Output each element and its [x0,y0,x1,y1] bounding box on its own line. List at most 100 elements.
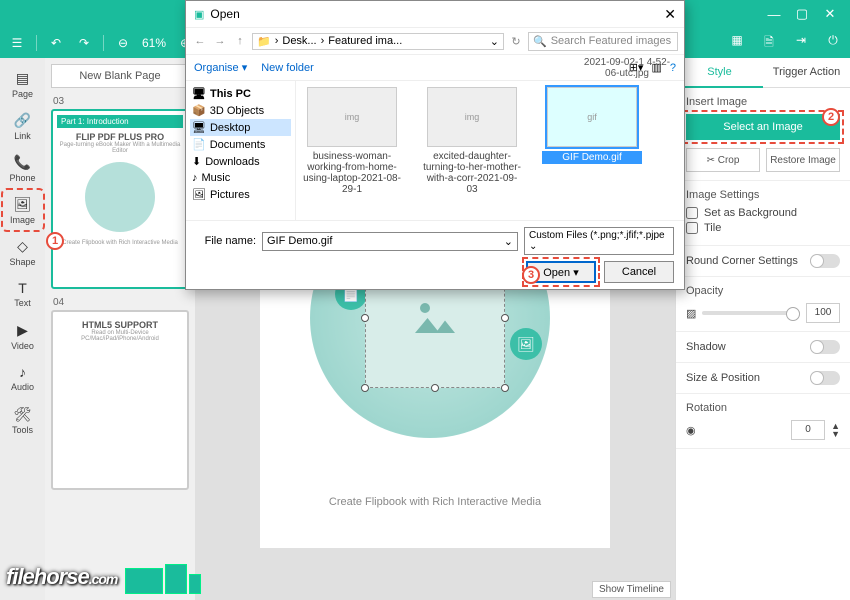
thumb-bar: Part 1: Introduction [57,115,183,128]
resize-handle[interactable] [501,314,509,322]
new-blank-page-button[interactable]: New Blank Page [51,64,189,88]
tool-shape[interactable]: ◇Shape [3,232,43,272]
cancel-button[interactable]: Cancel [604,261,674,283]
dialog-footer: File name: GIF Demo.gif ⌄ Custom Files (… [186,220,684,289]
rotation-stepper[interactable]: ▲▼ [831,422,840,438]
dialog-app-icon: ▣ [194,8,204,21]
tree-downloads[interactable]: ⬇Downloads [190,153,291,170]
rotation-label: Rotation [686,402,840,414]
dialog-close-icon[interactable]: ✕ [664,6,676,23]
tree-desktop[interactable]: 🖥Desktop [190,119,291,136]
window-close[interactable]: ✕ [816,3,844,25]
nav-forward-icon[interactable]: → [212,35,228,47]
tool-page[interactable]: ▤Page [3,64,43,104]
dialog-title: Open [210,7,658,21]
nav-up-icon[interactable]: ↑ [232,35,248,47]
thumb-foot: Create Flipbook with Rich Interactive Me… [57,240,183,246]
file-name: GIF Demo.gif [542,151,642,164]
export-icon[interactable]: ⇥ [792,33,810,54]
tab-style[interactable]: Style [676,58,763,88]
zoom-level: 61% [142,36,166,50]
menu-icon[interactable]: ☰ [8,36,26,50]
rotation-dial-icon[interactable]: ◉ [686,424,696,437]
thumb-graphic [85,162,155,232]
restore-image-button[interactable]: Restore Image [766,148,840,172]
show-timeline-button[interactable]: Show Timeline [592,581,671,598]
crop-button[interactable]: ✂ Crop [686,148,760,172]
size-position-label: Size & Position [686,372,760,384]
tile-label: Tile [704,222,721,234]
round-corner-label: Round Corner Settings [686,255,798,267]
swap-icon[interactable]: 🖼 [510,328,542,360]
image-settings-label: Image Settings [686,189,840,201]
opacity-slider[interactable] [702,311,800,315]
save-icon[interactable]: 🗎 [760,33,778,54]
watermark: filehorse.com [6,564,117,590]
tree-documents[interactable]: 📄Documents [190,136,291,153]
qr-icon[interactable]: ▦ [728,33,746,54]
opacity-value[interactable]: 100 [806,303,840,323]
tool-audio[interactable]: ♪Audio [3,358,43,398]
tool-phone[interactable]: 📞Phone [3,148,43,188]
file-thumbnail: img [307,87,397,147]
page-thumbnail-04[interactable]: HTML5 SUPPORT Read on Multi-Device PC/Ma… [51,310,189,490]
file-item[interactable]: img business-woman-working-from-home-usi… [302,87,402,195]
page-number: 04 [53,297,189,308]
zoom-out-icon[interactable]: ⊖ [114,36,132,50]
rotation-value[interactable]: 0 [791,420,825,440]
redo-icon[interactable]: ↷ [75,36,93,50]
crumb-segment[interactable]: Featured ima... [328,35,402,47]
tree-this-pc[interactable]: 🖥This PC [190,85,291,102]
thumb-title: FLIP PDF PLUS PRO [57,132,183,142]
tab-trigger-action[interactable]: Trigger Action [763,58,850,88]
filetype-select[interactable]: Custom Files (*.png;*.jfif;*.pjpe ⌄ [524,227,674,255]
opacity-label: Opacity [686,285,840,297]
breadcrumb[interactable]: 📁 › Desk... › Featured ima... ⌄ [252,33,504,50]
file-thumbnail: gif [547,87,637,147]
resize-handle[interactable] [361,384,369,392]
dialog-titlebar: ▣ Open ✕ [186,1,684,27]
shadow-toggle[interactable] [810,340,840,354]
search-icon: 🔍 [533,35,547,48]
file-thumbnail: img [427,87,517,147]
page-thumbnail-03[interactable]: Part 1: Introduction FLIP PDF PLUS PRO P… [51,109,189,289]
window-maximize[interactable]: ▢ [788,3,816,25]
round-corner-toggle[interactable] [810,254,840,268]
annotation-1: 1 [46,232,64,250]
tool-text[interactable]: TText [3,274,43,314]
dialog-path-bar: ← → ↑ 📁 › Desk... › Featured ima... ⌄ ↻ … [186,27,684,55]
filename-input[interactable]: GIF Demo.gif ⌄ [262,232,518,251]
annotation-3: 3 [522,266,540,284]
file-open-dialog: ▣ Open ✕ ← → ↑ 📁 › Desk... › Featured im… [185,0,685,290]
size-position-toggle[interactable] [810,371,840,385]
set-as-background-checkbox[interactable] [686,207,698,219]
tree-music[interactable]: ♪Music [190,170,291,186]
nav-back-icon[interactable]: ← [192,35,208,47]
file-item-selected[interactable]: gif GIF Demo.gif [542,87,642,164]
tool-video[interactable]: ▶Video [3,316,43,356]
thumb-sub: Page-turning eBook Maker With a Multimed… [57,142,183,154]
organise-menu[interactable]: Organise ▾ [194,61,247,74]
set-bg-label: Set as Background [704,207,797,219]
resize-handle[interactable] [431,384,439,392]
search-placeholder: Search Featured images [551,35,671,47]
exit-icon[interactable]: ⏻ [824,33,842,54]
file-item[interactable]: img excited-daughter-turning-to-her-moth… [422,87,522,195]
refresh-icon[interactable]: ↻ [508,35,524,48]
new-folder-button[interactable]: New folder [261,62,314,74]
select-image-button[interactable]: Select an Image [686,114,840,140]
resize-handle[interactable] [361,314,369,322]
dialog-search-input[interactable]: 🔍 Search Featured images [528,32,678,51]
tile-checkbox[interactable] [686,222,698,234]
tool-link[interactable]: 🔗Link [3,106,43,146]
tree-3d-objects[interactable]: 📦3D Objects [190,102,291,119]
crumb-segment[interactable]: Desk... [282,35,316,47]
window-minimize[interactable]: — [760,3,788,25]
tool-tools[interactable]: 🛠Tools [3,400,43,440]
annotation-2: 2 [822,108,840,126]
resize-handle[interactable] [501,384,509,392]
tool-image[interactable]: 🖼Image [3,190,43,230]
undo-icon[interactable]: ↶ [47,36,65,50]
watermark-devices [125,554,215,594]
tree-pictures[interactable]: 🖼Pictures [190,186,291,203]
